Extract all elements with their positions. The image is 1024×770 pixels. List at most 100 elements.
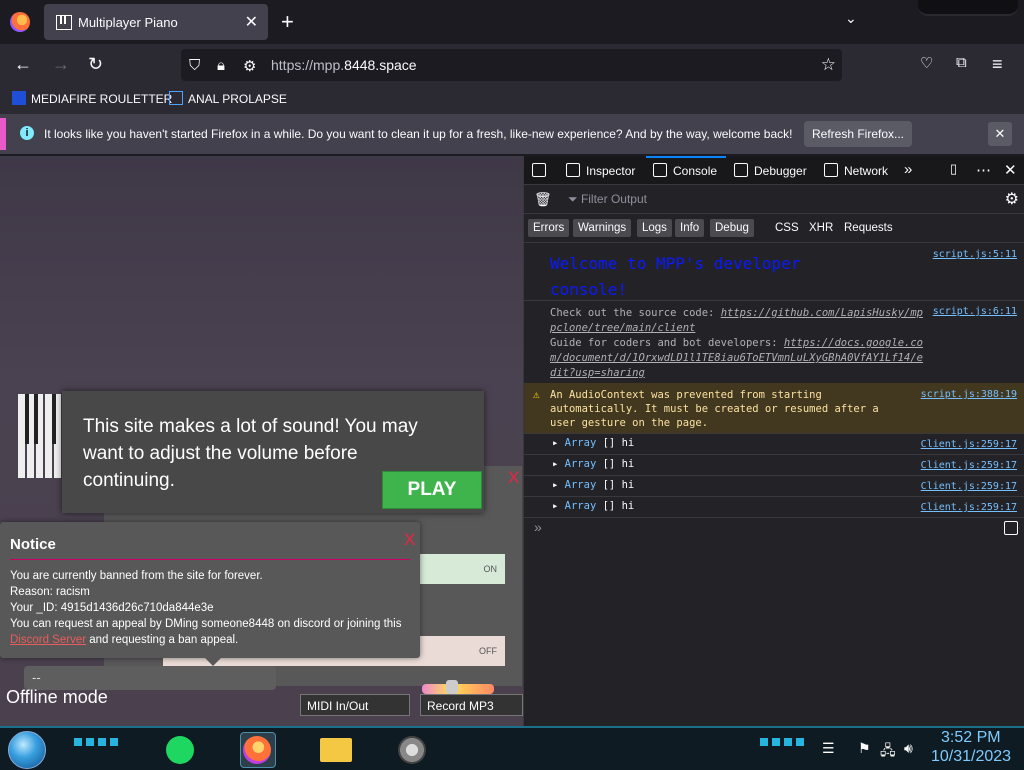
sound-warning-text: This site makes a lot of sound! You may … xyxy=(83,416,418,491)
tab-console[interactable]: Console xyxy=(653,163,717,178)
filter-requests[interactable]: Requests xyxy=(839,219,898,237)
filter-css[interactable]: CSS xyxy=(770,219,804,237)
firefox-logo-icon[interactable] xyxy=(10,12,30,32)
pocket-icon[interactable]: ♡ xyxy=(920,54,933,72)
console-input-prompt[interactable]: » xyxy=(534,519,542,535)
warning-icon: ⚠ xyxy=(533,388,540,401)
action-center-flag-icon[interactable]: ⚑ xyxy=(858,740,871,757)
source-link[interactable]: script.js:388:19 xyxy=(921,389,1017,400)
notice-close-button[interactable]: X xyxy=(404,530,415,550)
bookmark-mediafire-rouletter[interactable]: MEDIAFIRE ROULETTER xyxy=(12,91,172,106)
url-bar[interactable]: ⛉ 🔒︎ ⚙︎ https://mpp.8448.space ☆ xyxy=(181,49,842,81)
filter-output-input[interactable]: ⏷ Filter Output xyxy=(568,192,647,207)
filter-xhr[interactable]: XHR xyxy=(804,219,838,237)
reload-button[interactable]: ↻ xyxy=(88,54,103,75)
notification-text: It looks like you haven't started Firefo… xyxy=(44,127,793,141)
sound-warning-modal: This site makes a lot of sound! You may … xyxy=(62,391,484,513)
source-link[interactable]: Client.js:259:17 xyxy=(921,439,1017,450)
split-console-icon[interactable] xyxy=(1004,521,1018,535)
clear-console-trash-icon[interactable]: 🗑︎ xyxy=(534,191,552,208)
tab-debugger[interactable]: Debugger xyxy=(734,163,807,178)
filter-info[interactable]: Info xyxy=(675,219,705,237)
taskbar-decoration xyxy=(74,738,118,746)
console-array-row[interactable]: ▸ Array [] hi Client.js:259:17 xyxy=(524,496,1024,518)
debugger-icon xyxy=(734,163,748,177)
volume-slider[interactable] xyxy=(422,684,494,694)
spotify-icon[interactable] xyxy=(166,736,194,764)
play-button[interactable]: PLAY xyxy=(382,471,482,509)
offline-mode-label: Offline mode xyxy=(6,687,108,707)
inspector-icon xyxy=(566,163,580,177)
console-category-filters: Errors Warnings Logs Info Debug CSS XHR … xyxy=(524,214,1024,243)
filter-warnings[interactable]: Warnings xyxy=(573,219,632,237)
dock-icon[interactable]: ▯ xyxy=(950,161,957,177)
source-link[interactable]: Client.js:259:17 xyxy=(921,481,1017,492)
notice-pointer xyxy=(205,658,221,666)
menu-icon[interactable]: ≡ xyxy=(992,54,1003,75)
ban-notice: Notice X You are currently banned from t… xyxy=(0,522,420,666)
tab-network[interactable]: Network xyxy=(824,163,888,178)
piano-favicon-icon xyxy=(56,15,72,30)
network-tray-icon[interactable]: 🖧︎ xyxy=(880,740,896,764)
notification-accent-strip xyxy=(0,118,6,150)
back-button[interactable]: ← xyxy=(14,54,32,75)
new-tab-button[interactable]: + xyxy=(281,9,294,35)
close-devtools-icon[interactable]: ✕ xyxy=(1004,161,1017,179)
console-icon xyxy=(653,163,667,177)
extensions-icon[interactable]: ⧉ xyxy=(956,54,967,71)
permissions-icon[interactable]: ⚙︎ xyxy=(243,57,256,75)
source-link[interactable]: script.js:6:11 xyxy=(933,306,1017,317)
element-picker-icon[interactable] xyxy=(532,163,552,178)
tab-inspector[interactable]: Inspector xyxy=(566,163,635,178)
start-orb-icon[interactable] xyxy=(8,731,46,769)
filter-debug[interactable]: Debug xyxy=(710,219,754,237)
notification-close-button[interactable]: ✕ xyxy=(988,122,1012,146)
url-text[interactable]: https://mpp.8448.space xyxy=(271,57,417,73)
forward-button[interactable]: → xyxy=(52,54,70,75)
file-explorer-icon[interactable] xyxy=(320,738,352,762)
clock-time[interactable]: 3:52 PM xyxy=(941,729,1001,747)
source-link[interactable]: Client.js:259:17 xyxy=(921,502,1017,513)
record-mp3-button[interactable]: Record MP3 xyxy=(420,694,523,716)
devtools-toolbar: Inspector Console Debugger Network » ▯ ⋯… xyxy=(524,156,1024,185)
shield-icon[interactable]: ⛉ xyxy=(189,57,200,74)
list-tabs-chevron-down-icon[interactable]: ⌄ xyxy=(845,10,857,27)
notice-title: Notice xyxy=(10,536,56,553)
volume-tray-icon[interactable]: 🔊︎ xyxy=(904,740,913,757)
console-array-row[interactable]: ▸ Array [] hi Client.js:259:17 xyxy=(524,475,1024,497)
bookmark-anal-prolapse[interactable]: ANAL PROLAPSE xyxy=(169,91,287,106)
discord-server-link[interactable]: Discord Server xyxy=(10,634,86,646)
filter-logs[interactable]: Logs xyxy=(637,219,672,237)
midi-button[interactable]: MIDI In/Out xyxy=(300,694,410,716)
mediafire-icon xyxy=(12,91,26,105)
console-filter-bar: 🗑︎ ⏷ Filter Output ⚙ xyxy=(524,185,1024,214)
more-tools-chevron-icon[interactable]: » xyxy=(904,161,912,178)
filter-errors[interactable]: Errors xyxy=(528,219,570,237)
taskbar: ☰ ⚑ 🖧︎ 🔊︎ 3:52 PM 10/31/2023 xyxy=(0,726,1024,770)
source-link[interactable]: script.js:5:11 xyxy=(933,249,1017,260)
clock-date[interactable]: 10/31/2023 xyxy=(931,748,1011,766)
firefox-icon[interactable] xyxy=(243,736,271,764)
bookmark-icon xyxy=(169,91,183,105)
tab-title: Multiplayer Piano xyxy=(78,15,178,30)
volume-slider-handle[interactable] xyxy=(446,680,458,694)
bookmark-star-icon[interactable]: ☆ xyxy=(821,55,836,75)
tab-multiplayer-piano[interactable]: Multiplayer Piano ✕ xyxy=(44,4,268,40)
notice-body: You are currently banned from the site f… xyxy=(10,570,402,646)
network-icon xyxy=(824,163,838,177)
taskbar-decoration xyxy=(760,738,804,746)
welcome-text: Welcome to MPP's developer console! xyxy=(550,254,801,299)
show-desktop-icon[interactable]: ☰ xyxy=(822,740,835,757)
source-link[interactable]: Client.js:259:17 xyxy=(921,460,1017,471)
info-text: Check out the source code: https://githu… xyxy=(550,307,923,379)
bookmarks-toolbar: MEDIAFIRE ROULETTER ANAL PROLAPSE xyxy=(0,86,1024,114)
settings-close-button[interactable]: X xyxy=(508,468,519,488)
speaker-app-icon[interactable] xyxy=(398,736,426,764)
console-array-row[interactable]: ▸ Array [] hi Client.js:259:17 xyxy=(524,433,1024,455)
console-array-row[interactable]: ▸ Array [] hi Client.js:259:17 xyxy=(524,454,1024,476)
tab-close-icon[interactable]: ✕ xyxy=(245,12,258,32)
lock-icon[interactable]: 🔒︎ xyxy=(217,57,225,74)
console-settings-gear-icon[interactable]: ⚙ xyxy=(1005,189,1019,209)
overflow-menu-icon[interactable]: ⋯ xyxy=(976,161,991,179)
refresh-firefox-button[interactable]: Refresh Firefox... xyxy=(804,121,912,147)
